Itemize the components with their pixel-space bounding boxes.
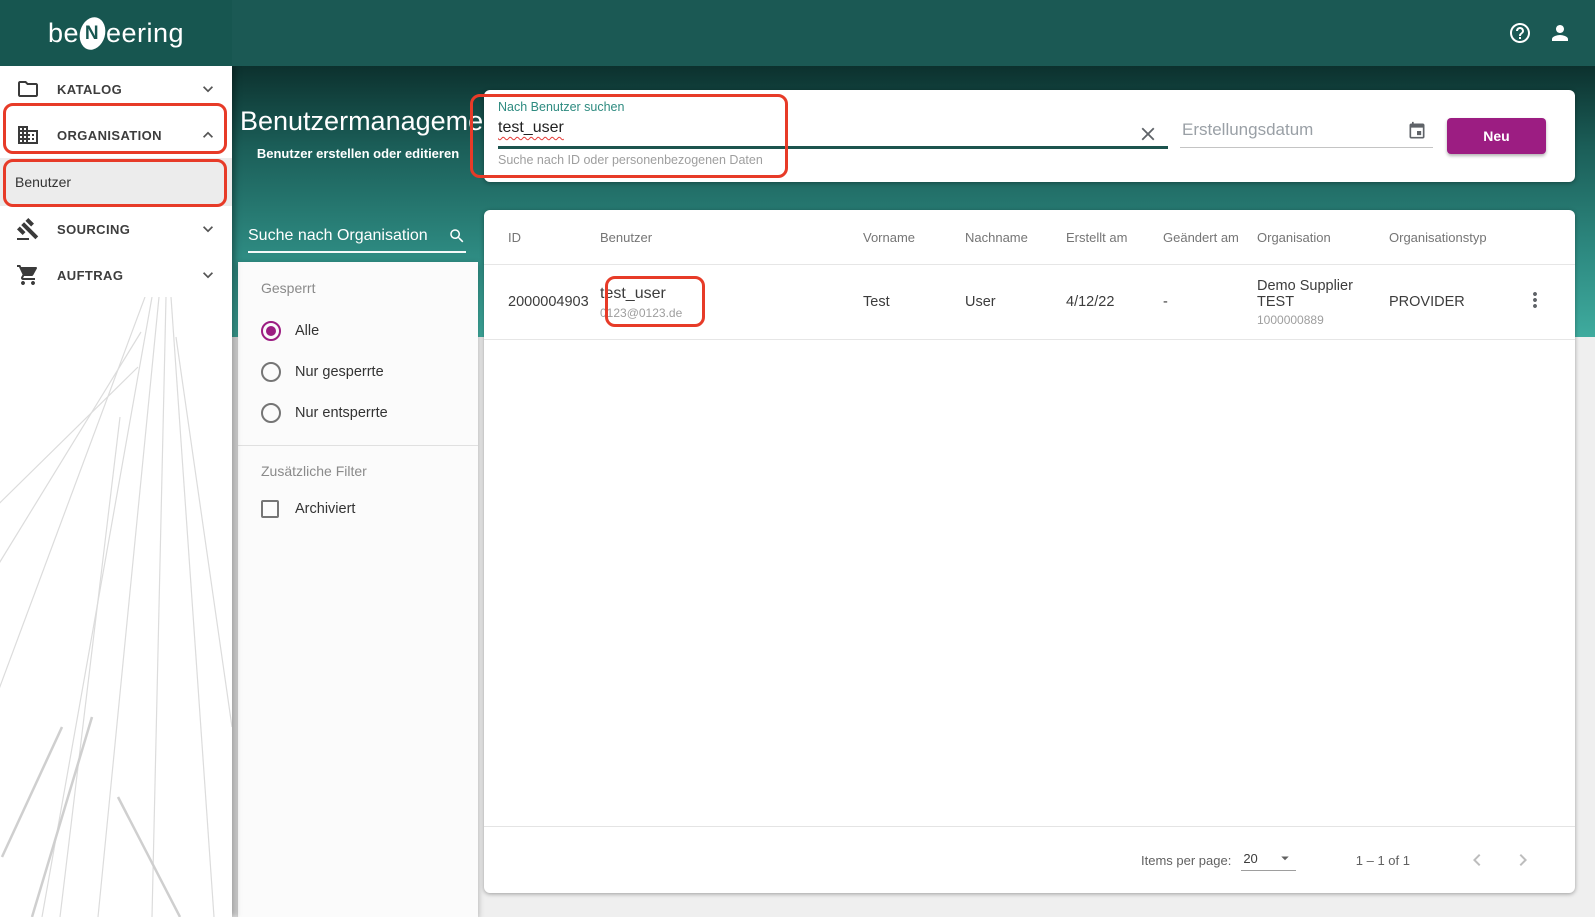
radio-label: Alle <box>295 323 319 339</box>
new-user-button[interactable]: Neu <box>1447 118 1546 154</box>
column-header-geaendert-am: Geändert am <box>1163 230 1257 245</box>
column-header-benutzer: Benutzer <box>600 230 863 245</box>
user-search-underline <box>498 146 1168 149</box>
search-icon <box>448 227 466 245</box>
cell-organisation-name: Demo Supplier TEST <box>1257 278 1389 310</box>
locked-filter-label: Gesperrt <box>238 280 478 296</box>
sidebar-item-label: KATALOG <box>57 82 198 97</box>
chevron-down-icon <box>198 79 218 99</box>
logo-area: be N eering <box>0 0 232 66</box>
app-window: be N eering <box>0 0 1595 917</box>
radio-option-alle[interactable]: Alle <box>238 310 478 351</box>
user-avatar-icon[interactable] <box>1548 21 1572 45</box>
page-header: Benutzermanagement Benutzer erstellen od… <box>240 106 476 161</box>
beneering-logo: be N eering <box>48 17 184 50</box>
kebab-menu-icon[interactable] <box>1523 288 1547 312</box>
building-icon <box>16 123 40 147</box>
sidebar-item-organisation[interactable]: ORGANISATION <box>0 112 232 158</box>
sidebar-item-benutzer[interactable]: Benutzer <box>0 158 232 206</box>
cart-icon <box>16 263 40 287</box>
folder-icon <box>16 77 40 101</box>
calendar-icon[interactable] <box>1407 121 1427 141</box>
filter-divider <box>238 445 478 446</box>
page-size-value: 20 <box>1243 851 1257 866</box>
paginator: Items per page: 20 1 – 1 of 1 <box>484 826 1575 893</box>
clear-icon[interactable] <box>1137 123 1159 145</box>
user-search-hint: Suche nach ID oder personenbezogenen Dat… <box>498 153 763 167</box>
additional-filter-label: Zusätzliche Filter <box>238 463 478 479</box>
radio-unselected-icon <box>261 403 281 423</box>
user-search-label: Nach Benutzer suchen <box>498 100 624 114</box>
cell-benutzer: test_user 0123@0123.de <box>600 285 863 320</box>
gavel-icon <box>16 217 40 241</box>
chevron-down-icon <box>198 265 218 285</box>
sidebar-item-label: SOURCING <box>57 222 198 237</box>
sidebar-item-label: ORGANISATION <box>57 128 198 143</box>
organisation-search-input[interactable]: Suche nach Organisation <box>248 220 466 253</box>
column-header-erstellt-am: Erstellt am <box>1066 230 1163 245</box>
cell-benutzer-name: test_user <box>600 285 863 303</box>
cell-erstellt-am: 4/12/22 <box>1066 294 1163 310</box>
archived-checkbox-row[interactable]: Archiviert <box>238 487 478 531</box>
column-header-organisation: Organisation <box>1257 230 1389 245</box>
chevron-right-icon[interactable] <box>1511 848 1535 872</box>
table-row[interactable]: 2000004903 test_user 0123@0123.de Test U… <box>484 265 1575 340</box>
user-search-card: Nach Benutzer suchen test_user Suche nac… <box>484 90 1575 182</box>
radio-option-nur-entsperrte[interactable]: Nur entsperrte <box>238 392 478 433</box>
cell-vorname: Test <box>863 294 965 310</box>
topbar: be N eering <box>0 0 1595 66</box>
radio-selected-icon <box>261 321 281 341</box>
cell-organisation: Demo Supplier TEST 1000000889 <box>1257 278 1389 327</box>
checkbox-unchecked-icon <box>261 500 279 518</box>
cell-organisationstyp: PROVIDER <box>1389 294 1517 310</box>
radio-option-nur-gesperrte[interactable]: Nur gesperrte <box>238 351 478 392</box>
page-title: Benutzermanagement <box>240 106 476 137</box>
creation-date-underline <box>1180 147 1433 148</box>
cell-id: 2000004903 <box>508 294 600 310</box>
sidebar-item-label: AUFTRAG <box>57 268 198 283</box>
sidebar: KATALOG ORGANISATION Benutzer SOURCING A… <box>0 66 232 917</box>
checkbox-label: Archiviert <box>295 501 355 517</box>
cell-nachname: User <box>965 294 1066 310</box>
paginator-nav <box>1465 848 1535 872</box>
cell-organisation-id: 1000000889 <box>1257 313 1389 327</box>
help-icon[interactable] <box>1508 21 1532 45</box>
page-subtitle: Benutzer erstellen oder editieren <box>240 146 476 161</box>
radio-label: Nur gesperrte <box>295 364 384 380</box>
table-header-row: ID Benutzer Vorname Nachname Erstellt am… <box>484 210 1575 265</box>
column-header-id: ID <box>508 230 600 245</box>
radio-label: Nur entsperrte <box>295 405 388 421</box>
creation-date-placeholder: Erstellungsdatum <box>1182 120 1313 140</box>
sidebar-item-auftrag[interactable]: AUFTRAG <box>0 252 232 298</box>
chevron-down-icon <box>198 219 218 239</box>
sidebar-subitem-label: Benutzer <box>15 174 71 190</box>
building-sketch-decoration <box>0 297 232 917</box>
sidebar-item-sourcing[interactable]: SOURCING <box>0 206 232 252</box>
user-table-card: ID Benutzer Vorname Nachname Erstellt am… <box>484 210 1575 893</box>
column-header-organisationstyp: Organisationstyp <box>1389 230 1517 245</box>
sidebar-item-katalog[interactable]: KATALOG <box>0 66 232 112</box>
page-range-label: 1 – 1 of 1 <box>1356 853 1410 868</box>
logo-circle-letter: N <box>85 22 99 44</box>
column-header-vorname: Vorname <box>863 230 965 245</box>
topbar-actions <box>1508 0 1595 66</box>
sidebar-menu: KATALOG ORGANISATION Benutzer SOURCING A… <box>0 66 232 298</box>
radio-unselected-icon <box>261 362 281 382</box>
organisation-search-placeholder: Suche nach Organisation <box>248 227 448 245</box>
filter-panel: Gesperrt Alle Nur gesperrte Nur entsperr… <box>238 262 478 917</box>
logo-circle-icon: N <box>76 14 109 53</box>
chevron-up-icon <box>198 125 218 145</box>
logo-text-suffix: eering <box>106 18 184 49</box>
table-empty-area <box>484 340 1575 826</box>
creation-date-field[interactable]: Erstellungsdatum <box>1180 90 1433 182</box>
column-header-nachname: Nachname <box>965 230 1066 245</box>
chevron-left-icon[interactable] <box>1465 848 1489 872</box>
dropdown-caret-icon <box>1276 849 1294 867</box>
logo-text-prefix: be <box>48 18 79 49</box>
cell-benutzer-email: 0123@0123.de <box>600 306 863 320</box>
page-size-select[interactable]: 20 <box>1241 849 1295 871</box>
items-per-page-label: Items per page: <box>1141 853 1231 868</box>
cell-geaendert-am: - <box>1163 294 1257 310</box>
user-search-input[interactable]: test_user <box>498 119 564 137</box>
